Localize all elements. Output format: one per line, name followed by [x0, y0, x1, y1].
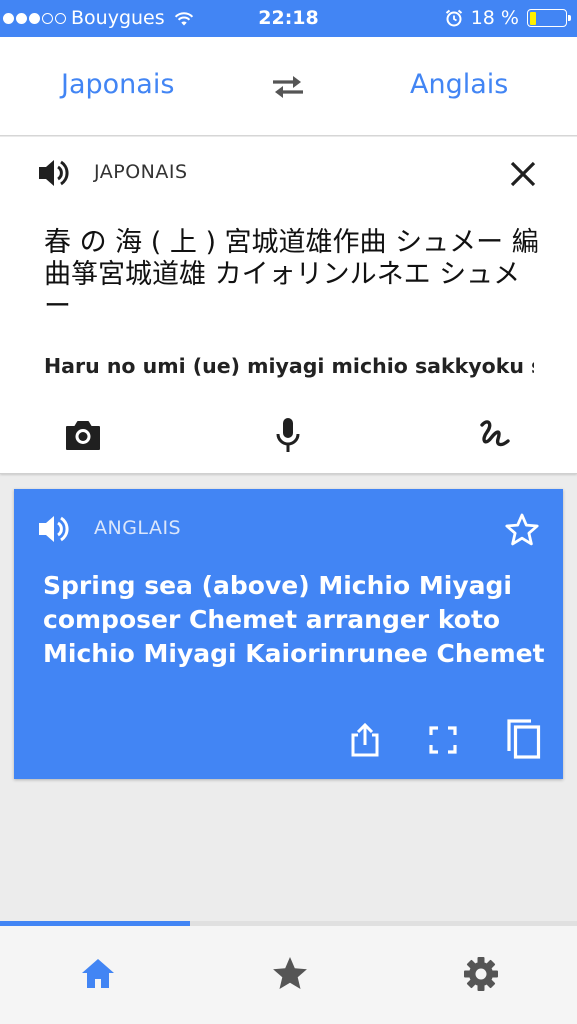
share-icon[interactable]: [347, 722, 383, 758]
target-language-label: ANGLAIS: [94, 517, 182, 539]
star-icon[interactable]: [270, 954, 310, 994]
camera-icon[interactable]: [63, 415, 103, 455]
status-bar: Bouygues 22:18 18 %: [0, 0, 577, 37]
alarm-icon: [445, 9, 462, 27]
settings-icon[interactable]: [461, 954, 501, 994]
source-text[interactable]: 春 の 海 ( 上 ) 宮城道雄作曲 シュメー 編曲箏宮城道雄 カイォリンルネエ…: [44, 227, 544, 323]
handwriting-icon[interactable]: [474, 415, 514, 455]
bottom-navigation: [0, 926, 577, 1024]
source-language-button[interactable]: Japonais: [61, 69, 174, 100]
translation-card[interactable]: ANGLAIS Spring sea (above) Michio Miyagi…: [14, 489, 563, 779]
battery-level: [529, 11, 536, 25]
language-selector-bar: Japonais Anglais: [0, 37, 577, 136]
input-card: JAPONAIS 春 の 海 ( 上 ) 宮城道雄作曲 シュメー 編曲箏宮城道雄…: [0, 137, 577, 474]
target-language-button[interactable]: Anglais: [410, 69, 508, 100]
fullscreen-icon[interactable]: [425, 722, 461, 758]
transliteration-text: Haru no umi (ue) miyagi michio sakkyoku …: [44, 354, 534, 378]
battery-icon: [527, 9, 571, 27]
swap-languages-icon[interactable]: [270, 73, 306, 101]
status-right: 18 %: [445, 7, 571, 29]
source-language-label: JAPONAIS: [94, 161, 188, 183]
star-icon[interactable]: [503, 511, 541, 549]
battery-percentage: 18 %: [470, 7, 519, 29]
speaker-icon[interactable]: [36, 512, 72, 546]
microphone-icon[interactable]: [268, 415, 308, 455]
speaker-icon[interactable]: [36, 156, 72, 190]
close-icon[interactable]: [508, 159, 538, 189]
translation-text: Spring sea (above) Michio Miyagi compose…: [43, 571, 545, 668]
home-icon[interactable]: [78, 954, 118, 994]
copy-icon[interactable]: [503, 717, 543, 761]
